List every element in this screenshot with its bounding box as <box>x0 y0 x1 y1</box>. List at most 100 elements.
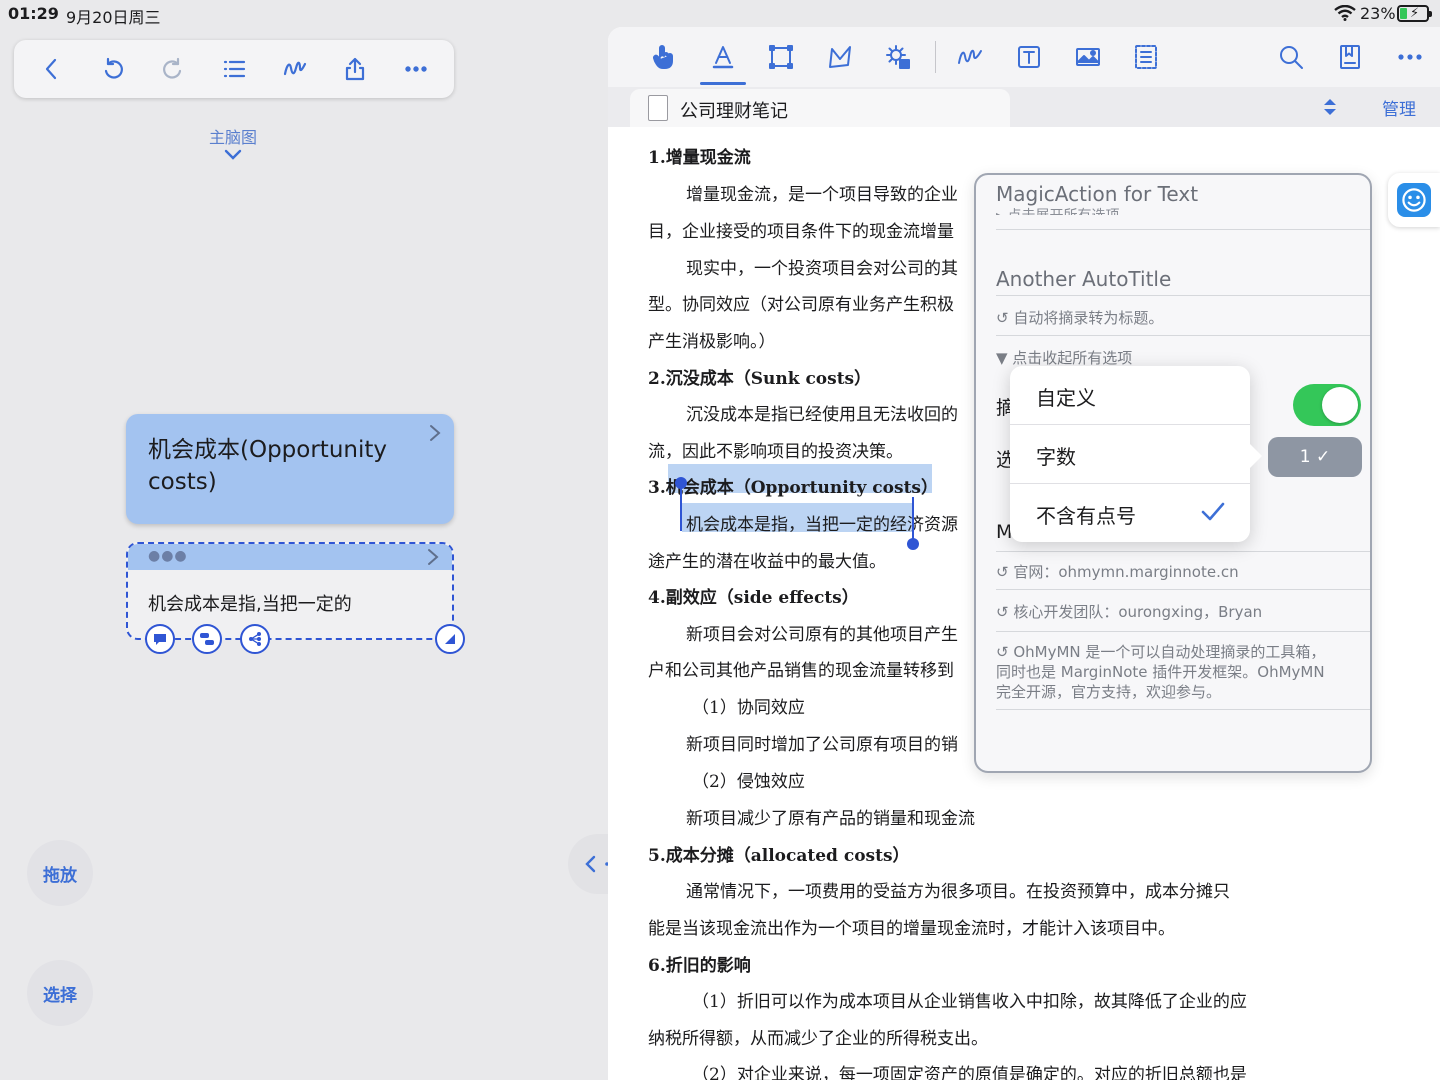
resize-handle-icon[interactable] <box>435 624 465 654</box>
undo-icon[interactable] <box>90 46 136 92</box>
menu-item-no-period[interactable]: 不含有点号 <box>1010 484 1250 542</box>
team-info: ↺ 核心开发团队：ourongxing，Bryan <box>996 603 1263 621</box>
toolbar-divider <box>935 41 936 73</box>
ohmymn-logo-icon <box>1397 183 1431 217</box>
drag-button[interactable]: 拖放 <box>27 840 93 906</box>
menu-pointer <box>1248 442 1262 470</box>
heading-selected[interactable]: 3.机会成本（Opportunity costs） <box>648 473 938 498</box>
lasso-select-icon[interactable] <box>822 39 858 75</box>
wifi-icon <box>1334 5 1356 21</box>
document-title: 公司理财笔记 <box>680 101 788 122</box>
checkmark-icon <box>1201 502 1225 521</box>
drag-handle-icon[interactable]: ●●● <box>148 548 188 564</box>
status-bar: 01:29 9月20日周三 23% ⚡ <box>0 0 1440 28</box>
option-dropdown-menu: 自定义 字数 不含有点号 <box>1010 366 1250 542</box>
node-excerpt-text: 机会成本是指,当把一定的 <box>148 594 352 615</box>
manage-button[interactable]: 管理 <box>1382 95 1416 120</box>
website-link[interactable]: ↺ 官网：ohmymn.marginnote.cn <box>996 561 1239 582</box>
document-tab[interactable]: 公司理财笔记 <box>630 89 1010 127</box>
mindmap-title[interactable]: 主脑图 <box>190 124 276 148</box>
list-icon[interactable] <box>211 46 257 92</box>
pen-icon[interactable] <box>952 39 988 75</box>
menu-item-label: 字数 <box>1036 445 1076 469</box>
paragraph-line: 途产生的潜在收益中的最大值。 <box>648 552 886 572</box>
paragraph-line: 新项目会对公司原有的其他项目产生 <box>686 625 958 645</box>
redo-icon[interactable] <box>150 46 196 92</box>
enable-toggle[interactable] <box>1293 384 1361 426</box>
back-icon[interactable] <box>29 46 75 92</box>
link-notes-icon[interactable] <box>192 624 222 654</box>
image-icon[interactable] <box>1070 39 1106 75</box>
menu-item-wordcount[interactable]: 字数 <box>1010 425 1250 483</box>
status-time: 01:29 <box>8 4 59 23</box>
battery-percent: 23% <box>1360 4 1396 23</box>
paragraph-line: 户和公司其他产品销售的现金流量转移到 <box>648 661 954 681</box>
bookmark-icon[interactable] <box>1332 39 1368 75</box>
paragraph-line: （2）侵蚀效应 <box>692 772 805 792</box>
outline-icon[interactable] <box>1128 39 1164 75</box>
paragraph-line: （2）对企业来说，每一项固定资产的原值是确定的。对应的折旧总额也是 <box>692 1065 1247 1080</box>
hand-pointer-icon[interactable] <box>646 39 682 75</box>
mindmap-node-title[interactable]: 机会成本(Opportunity costs) <box>126 414 454 524</box>
menu-item-label: 不含有点号 <box>1036 504 1136 528</box>
status-date: 9月20日周三 <box>66 8 161 27</box>
paragraph-line: 目，企业接受的项目条件下的现金流增量 <box>648 222 954 242</box>
paragraph-line: 产生消极影响。） <box>648 332 776 352</box>
comment-icon[interactable] <box>145 624 175 654</box>
text-select-icon[interactable] <box>705 39 741 75</box>
more-icon[interactable] <box>1392 39 1428 75</box>
share-icon[interactable] <box>332 46 378 92</box>
select-button[interactable]: 选择 <box>27 960 93 1026</box>
divider <box>996 709 1370 710</box>
collapse-options-link[interactable]: ▼ 点击收起所有选项 <box>996 347 1132 368</box>
heading: 2.沉没成本（Sunk costs） <box>648 369 872 389</box>
textbox-icon[interactable] <box>1011 39 1047 75</box>
expand-hint[interactable]: ▸ 点击展开所有选项 <box>996 205 1119 215</box>
menu-item-label: 自定义 <box>1036 386 1096 410</box>
more-icon[interactable] <box>393 46 439 92</box>
heading: 5.成本分摊（allocated costs） <box>648 846 910 866</box>
branch-icon[interactable] <box>240 624 270 654</box>
active-tool-indicator <box>700 82 746 85</box>
paragraph-line: 流，因此不影响项目的投资决策。 <box>648 442 903 462</box>
paragraph-line: 沉没成本是指已经使用且无法收回的 <box>686 405 958 425</box>
paragraph-line: 新项目同时增加了公司原有项目的销 <box>686 735 958 755</box>
option-selector[interactable]: 1 ✓ <box>1268 437 1362 477</box>
paragraph-line: （1）折旧可以作为成本项目从企业销售收入中扣除，故其降低了企业的应 <box>692 992 1247 1012</box>
pen-icon[interactable] <box>272 46 318 92</box>
chevron-right-icon[interactable] <box>428 424 442 442</box>
addon-title: Another AutoTitle <box>996 267 1172 291</box>
sort-icon[interactable] <box>1322 97 1338 117</box>
paragraph-line: 现实中，一个投资项目会对公司的其 <box>686 259 958 279</box>
ohmymn-addon-button[interactable] <box>1388 173 1440 227</box>
document-tab-row: 公司理财笔记 <box>608 87 1440 127</box>
document-icon <box>648 95 668 121</box>
paragraph-line-selected[interactable]: 机会成本是指，当把一定的经济资源 <box>686 510 958 535</box>
auto-tool-icon[interactable] <box>880 39 916 75</box>
mindmap-node-selected[interactable]: ●●● 机会成本是指,当把一定的 <box>126 542 454 640</box>
heading: 4.副效应（side effects） <box>648 588 859 608</box>
divider <box>996 229 1370 230</box>
rect-select-icon[interactable] <box>763 39 799 75</box>
addon-description: ↺ 自动将摘录转为标题。 <box>996 309 1164 327</box>
search-icon[interactable] <box>1273 39 1309 75</box>
paragraph-line: 新项目减少了原有产品的销量和现金流 <box>686 809 975 829</box>
about-text: 同时也是 MarginNote 插件开发框架。OhMyMN <box>996 663 1325 681</box>
heading: 1.增量现金流 <box>648 148 751 168</box>
divider <box>996 631 1370 632</box>
divider <box>996 551 1370 552</box>
selection-end-handle[interactable] <box>907 538 919 550</box>
panel-title: MagicAction for Text <box>996 182 1199 206</box>
divider <box>996 589 1370 590</box>
paragraph-line: 增量现金流，是一个项目导致的企业 <box>686 185 958 205</box>
chevron-right-icon[interactable] <box>426 548 440 566</box>
heading: 6.折旧的影响 <box>648 956 751 976</box>
node-header: ●●● <box>128 544 452 570</box>
document-toolbar <box>608 27 1440 87</box>
chevron-down-icon[interactable] <box>224 148 242 162</box>
paragraph-line: 通常情况下，一项费用的受益方为很多项目。在投资预算中，成本分摊只 <box>686 882 1230 902</box>
about-text: 完全开源，官方支持，欢迎参与。 <box>996 683 1222 701</box>
menu-item-custom[interactable]: 自定义 <box>1010 366 1250 424</box>
left-toolbar <box>14 40 454 98</box>
divider <box>996 335 1370 336</box>
